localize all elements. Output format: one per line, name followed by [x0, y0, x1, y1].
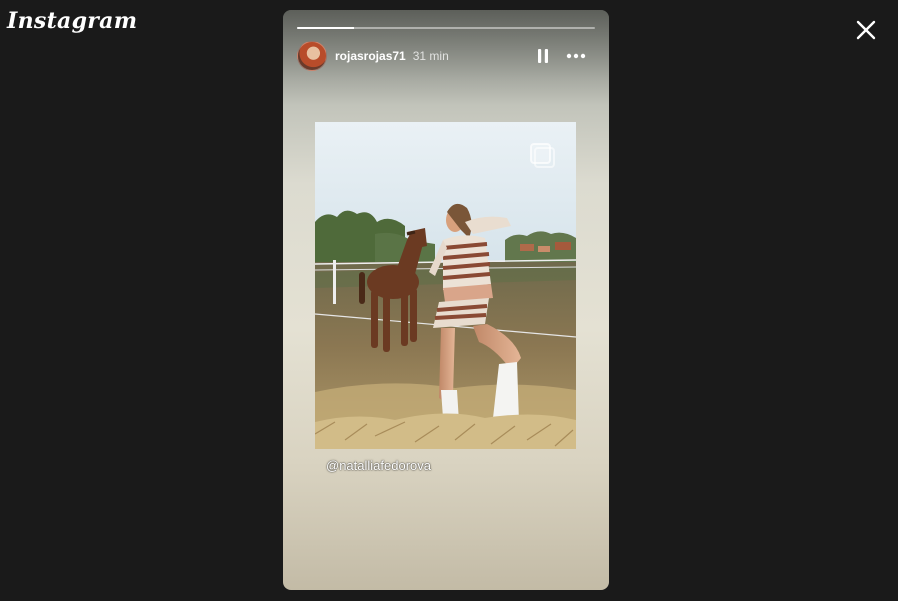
story-header: rojasrojas71 31 min [297, 41, 595, 71]
avatar[interactable] [297, 41, 327, 71]
pause-button[interactable] [533, 46, 553, 66]
story-timestamp: 31 min [412, 49, 449, 63]
pause-icon [538, 49, 548, 63]
multiple-images-icon [530, 143, 555, 168]
instagram-logo[interactable]: Instagram [7, 8, 137, 34]
story-viewer[interactable]: rojasrojas71 31 min @natalliafedorova [283, 10, 609, 590]
close-icon [856, 20, 876, 40]
story-progress-fill [297, 27, 354, 29]
story-progress-bar [297, 27, 595, 29]
more-options-button[interactable] [565, 46, 587, 66]
photo-illustration [315, 122, 576, 449]
story-username[interactable]: rojasrojas71 [335, 49, 406, 63]
close-button[interactable] [852, 16, 880, 44]
story-photo [315, 122, 576, 449]
more-horizontal-icon [566, 53, 586, 59]
mention-tag[interactable]: @natalliafedorova [326, 458, 431, 473]
